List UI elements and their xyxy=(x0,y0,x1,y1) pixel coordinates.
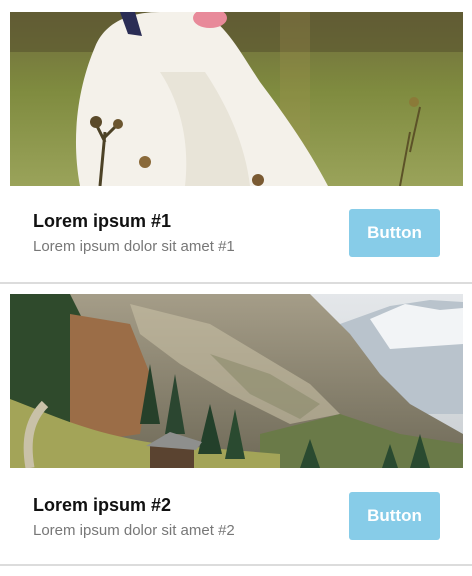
card-feed: Lorem ipsum #1 Lorem ipsum dolor sit ame… xyxy=(0,0,472,576)
card-subtitle: Lorem ipsum dolor sit amet #1 xyxy=(33,238,235,255)
card: Lorem ipsum #2 Lorem ipsum dolor sit ame… xyxy=(0,284,472,566)
card-title: Lorem ipsum #1 xyxy=(33,211,172,231)
card-title: Lorem ipsum #2 xyxy=(33,495,172,515)
card-image xyxy=(10,12,463,186)
card-button[interactable]: Button xyxy=(349,492,440,540)
card-image xyxy=(10,294,463,468)
card-button[interactable]: Button xyxy=(349,209,440,257)
card-subtitle: Lorem ipsum dolor sit amet #2 xyxy=(33,522,235,539)
card: Lorem ipsum #1 Lorem ipsum dolor sit ame… xyxy=(0,0,472,284)
